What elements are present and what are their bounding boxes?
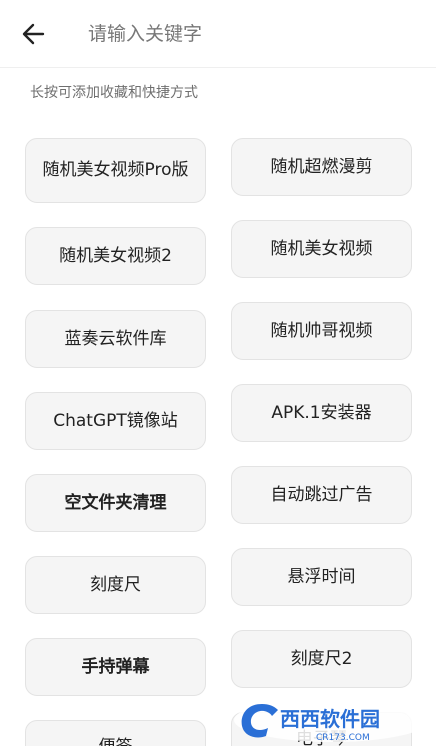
shortcut-tile[interactable]: 空文件夹清理 <box>25 474 206 532</box>
shortcut-tile[interactable]: 手持弹幕 <box>25 638 206 696</box>
shortcut-tile[interactable]: 悬浮时间 <box>231 548 412 606</box>
shortcut-tile[interactable]: 刻度尺 <box>25 556 206 614</box>
watermark-brand: 西西软件园 <box>280 707 380 731</box>
shortcut-tile[interactable]: 随机美女视频2 <box>25 227 206 285</box>
shortcut-tile[interactable]: 蓝奏云软件库 <box>25 310 206 368</box>
shortcut-tile[interactable]: APK.1安装器 <box>231 384 412 442</box>
shortcut-tile[interactable]: 随机美女视频Pro版 <box>25 138 206 203</box>
shortcut-tile[interactable]: 随机帅哥视频 <box>231 302 412 360</box>
watermark-logo: 西西软件园 CR173.COM <box>232 694 432 744</box>
shortcut-tile[interactable]: 随机美女视频 <box>231 220 412 278</box>
shortcut-tile[interactable]: 自动跳过广告 <box>231 466 412 524</box>
shortcut-tile[interactable]: ChatGPT镜像站 <box>25 392 206 450</box>
watermark-site: CR173.COM <box>316 733 370 743</box>
shortcut-tile[interactable]: 刻度尺2 <box>231 630 412 688</box>
shortcut-tile[interactable]: 随机超燃漫剪 <box>231 138 412 196</box>
shortcut-tile[interactable]: 便签 <box>25 720 206 746</box>
shortcut-grid: 随机美女视频Pro版 随机超燃漫剪 随机美女视频2 随机美女视频 蓝奏云软件库 … <box>0 0 436 746</box>
